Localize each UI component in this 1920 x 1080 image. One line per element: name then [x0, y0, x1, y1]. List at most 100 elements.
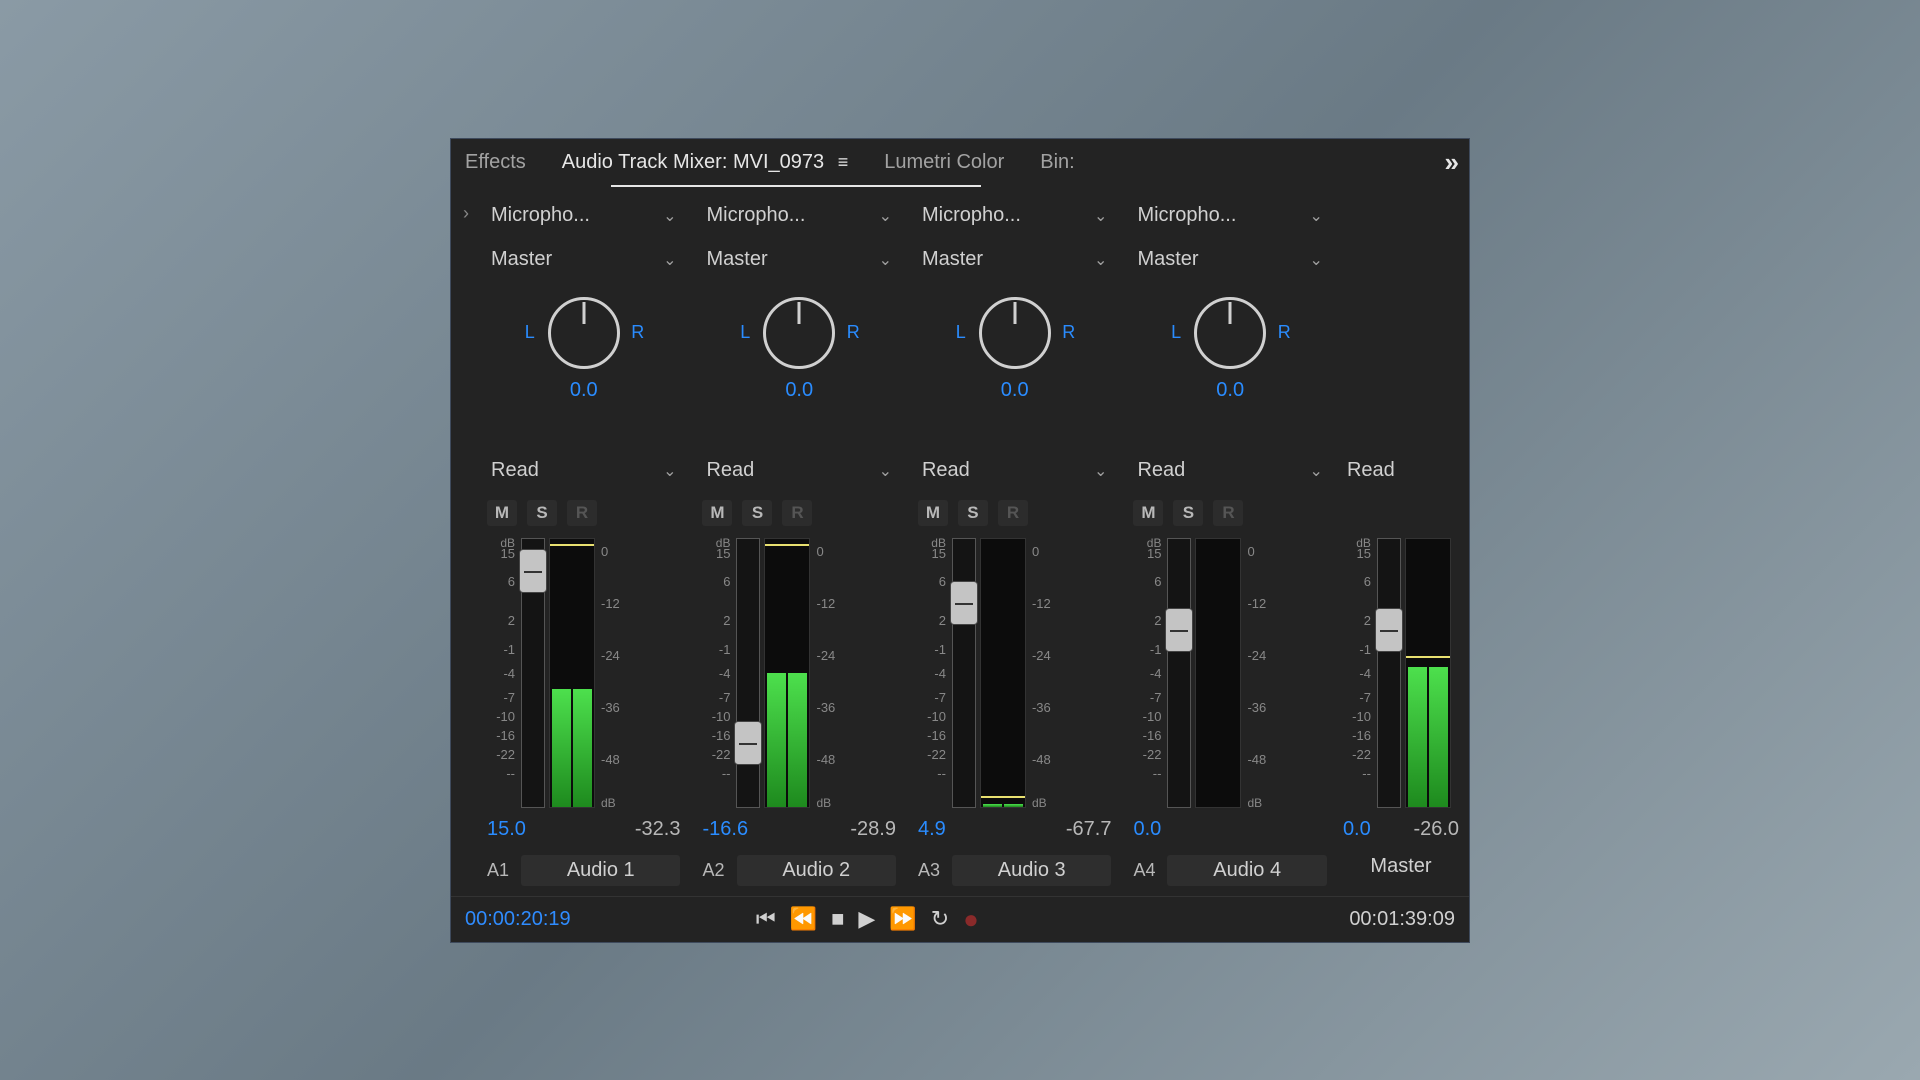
pan-value[interactable]: 0.0 [570, 379, 598, 402]
go-to-in-icon[interactable]: ⏮ [756, 906, 776, 932]
record-icon[interactable]: ● [963, 904, 979, 935]
solo-button[interactable]: S [527, 500, 557, 526]
input-dropdown[interactable]: Micropho... ⌄ [1133, 197, 1326, 235]
channel-id: A1 [487, 860, 509, 881]
channel-name[interactable]: Audio 1 [521, 855, 680, 886]
meter-bar-right [1429, 539, 1448, 807]
fader-handle[interactable] [1375, 608, 1403, 652]
fader-handle[interactable] [519, 549, 547, 593]
input-dropdown[interactable]: Micropho... ⌄ [702, 197, 895, 235]
play-icon[interactable]: ▶ [858, 906, 875, 932]
mute-button[interactable]: M [918, 500, 948, 526]
channel-name[interactable]: Audio 4 [1167, 855, 1326, 886]
step-back-icon[interactable]: ⏪ [790, 906, 817, 932]
pan-knob[interactable] [979, 297, 1051, 369]
mode-value: Read [1137, 459, 1185, 482]
mixer-body: › Micropho... ⌄ Master ⌄ L R 0.0 Read ⌄ … [451, 187, 1469, 896]
chevron-down-icon: ⌄ [879, 461, 892, 481]
channel-label-row: A2 Audio 2 [702, 855, 895, 886]
transport-buttons: ⏮ ⏪ ■ ▶ ⏩ ↻ ● [756, 904, 979, 935]
channel-name[interactable]: Audio 3 [952, 855, 1111, 886]
timecode-current[interactable]: 00:00:20:19 [465, 908, 571, 931]
step-forward-icon[interactable]: ⏩ [889, 906, 916, 932]
record-enable-button[interactable]: R [567, 500, 597, 526]
pan-value[interactable]: 0.0 [785, 379, 813, 402]
tab-bin[interactable]: Bin: [1036, 141, 1078, 184]
mode-value: Read [1347, 459, 1395, 482]
automation-mode-dropdown[interactable]: Read ⌄ [1133, 452, 1326, 490]
fader-track[interactable] [736, 538, 760, 808]
record-enable-button[interactable]: R [782, 500, 812, 526]
pan-control: L R 0.0 [918, 297, 1111, 402]
chevron-down-icon: ⌄ [663, 206, 676, 226]
channel-label-row: A4 Audio 4 [1133, 855, 1326, 886]
input-value: Micropho... [706, 204, 805, 227]
output-dropdown[interactable]: Master ⌄ [1133, 241, 1326, 279]
mute-button[interactable]: M [487, 500, 517, 526]
meter-bar-right [573, 539, 592, 807]
chevron-down-icon: ⌄ [663, 250, 676, 270]
overflow-icon[interactable]: » [1445, 147, 1459, 178]
volume-value[interactable]: 0.0 [1343, 818, 1371, 841]
pan-knob[interactable] [763, 297, 835, 369]
tab-audio-mixer-label: Audio Track Mixer: MVI_0973 [562, 151, 824, 173]
pan-knob[interactable] [548, 297, 620, 369]
tab-lumetri[interactable]: Lumetri Color [880, 141, 1008, 184]
loop-icon[interactable]: ↻ [931, 906, 949, 932]
msr-buttons: M S R [1133, 500, 1326, 526]
effects-sends-toggle[interactable]: › [457, 197, 475, 892]
output-dropdown[interactable]: Master ⌄ [487, 241, 680, 279]
tab-effects[interactable]: Effects [461, 141, 530, 184]
pan-knob[interactable] [1194, 297, 1266, 369]
mode-value: Read [706, 459, 754, 482]
output-dropdown[interactable]: Master ⌄ [918, 241, 1111, 279]
mute-button[interactable]: M [702, 500, 732, 526]
fader-track[interactable] [952, 538, 976, 808]
volume-value[interactable]: -16.6 [702, 818, 748, 841]
fader-meter: dB 1562-1-4-7-10-16-22-- 0-12-24-36-48 d… [487, 538, 680, 808]
fader-handle[interactable] [1165, 608, 1193, 652]
channel-strip-A1: Micropho... ⌄ Master ⌄ L R 0.0 Read ⌄ M … [477, 197, 690, 892]
channel-name[interactable]: Audio 2 [737, 855, 896, 886]
chevron-down-icon: ⌄ [1094, 250, 1107, 270]
peak-value: -26.0 [1413, 818, 1459, 841]
fader-handle[interactable] [734, 721, 762, 765]
solo-button[interactable]: S [1173, 500, 1203, 526]
peak-value: -28.9 [850, 818, 896, 841]
fader-handle[interactable] [950, 581, 978, 625]
volume-value[interactable]: 0.0 [1133, 818, 1161, 841]
solo-button[interactable]: S [958, 500, 988, 526]
stop-icon[interactable]: ■ [831, 906, 844, 932]
chevron-down-icon: ⌄ [879, 206, 892, 226]
fader-track[interactable] [521, 538, 545, 808]
input-value: Micropho... [1137, 204, 1236, 227]
meter-bar-left [983, 539, 1002, 807]
input-dropdown[interactable]: Micropho... ⌄ [918, 197, 1111, 235]
master-strip: 0 Read dB 1562-1-4-7-10-16-22-- 0.0 -26.… [1339, 197, 1463, 892]
msr-buttons: M S R [918, 500, 1111, 526]
meter-bar-left [767, 539, 786, 807]
channel-readout: -16.6 -28.9 [702, 818, 895, 841]
level-meter [764, 538, 810, 808]
volume-value[interactable]: 15.0 [487, 818, 526, 841]
mute-button[interactable]: M [1133, 500, 1163, 526]
fader-track[interactable] [1167, 538, 1191, 808]
pan-value[interactable]: 0.0 [1216, 379, 1244, 402]
panel-menu-icon[interactable]: ≡ [838, 152, 849, 172]
automation-mode-dropdown[interactable]: Read ⌄ [487, 452, 680, 490]
input-value: Micropho... [922, 204, 1021, 227]
automation-mode-dropdown[interactable]: Read ⌄ [702, 452, 895, 490]
input-dropdown[interactable]: Micropho... ⌄ [487, 197, 680, 235]
pan-value[interactable]: 0.0 [1001, 379, 1029, 402]
tab-audio-mixer[interactable]: Audio Track Mixer: MVI_0973 ≡ [558, 141, 852, 184]
automation-mode-dropdown[interactable]: Read [1343, 452, 1459, 490]
pan-control: L R 0.0 [1133, 297, 1326, 402]
output-dropdown[interactable]: Master ⌄ [702, 241, 895, 279]
solo-button[interactable]: S [742, 500, 772, 526]
record-enable-button[interactable]: R [1213, 500, 1243, 526]
level-meter [549, 538, 595, 808]
volume-value[interactable]: 4.9 [918, 818, 946, 841]
record-enable-button[interactable]: R [998, 500, 1028, 526]
automation-mode-dropdown[interactable]: Read ⌄ [918, 452, 1111, 490]
fader-track[interactable] [1377, 538, 1401, 808]
